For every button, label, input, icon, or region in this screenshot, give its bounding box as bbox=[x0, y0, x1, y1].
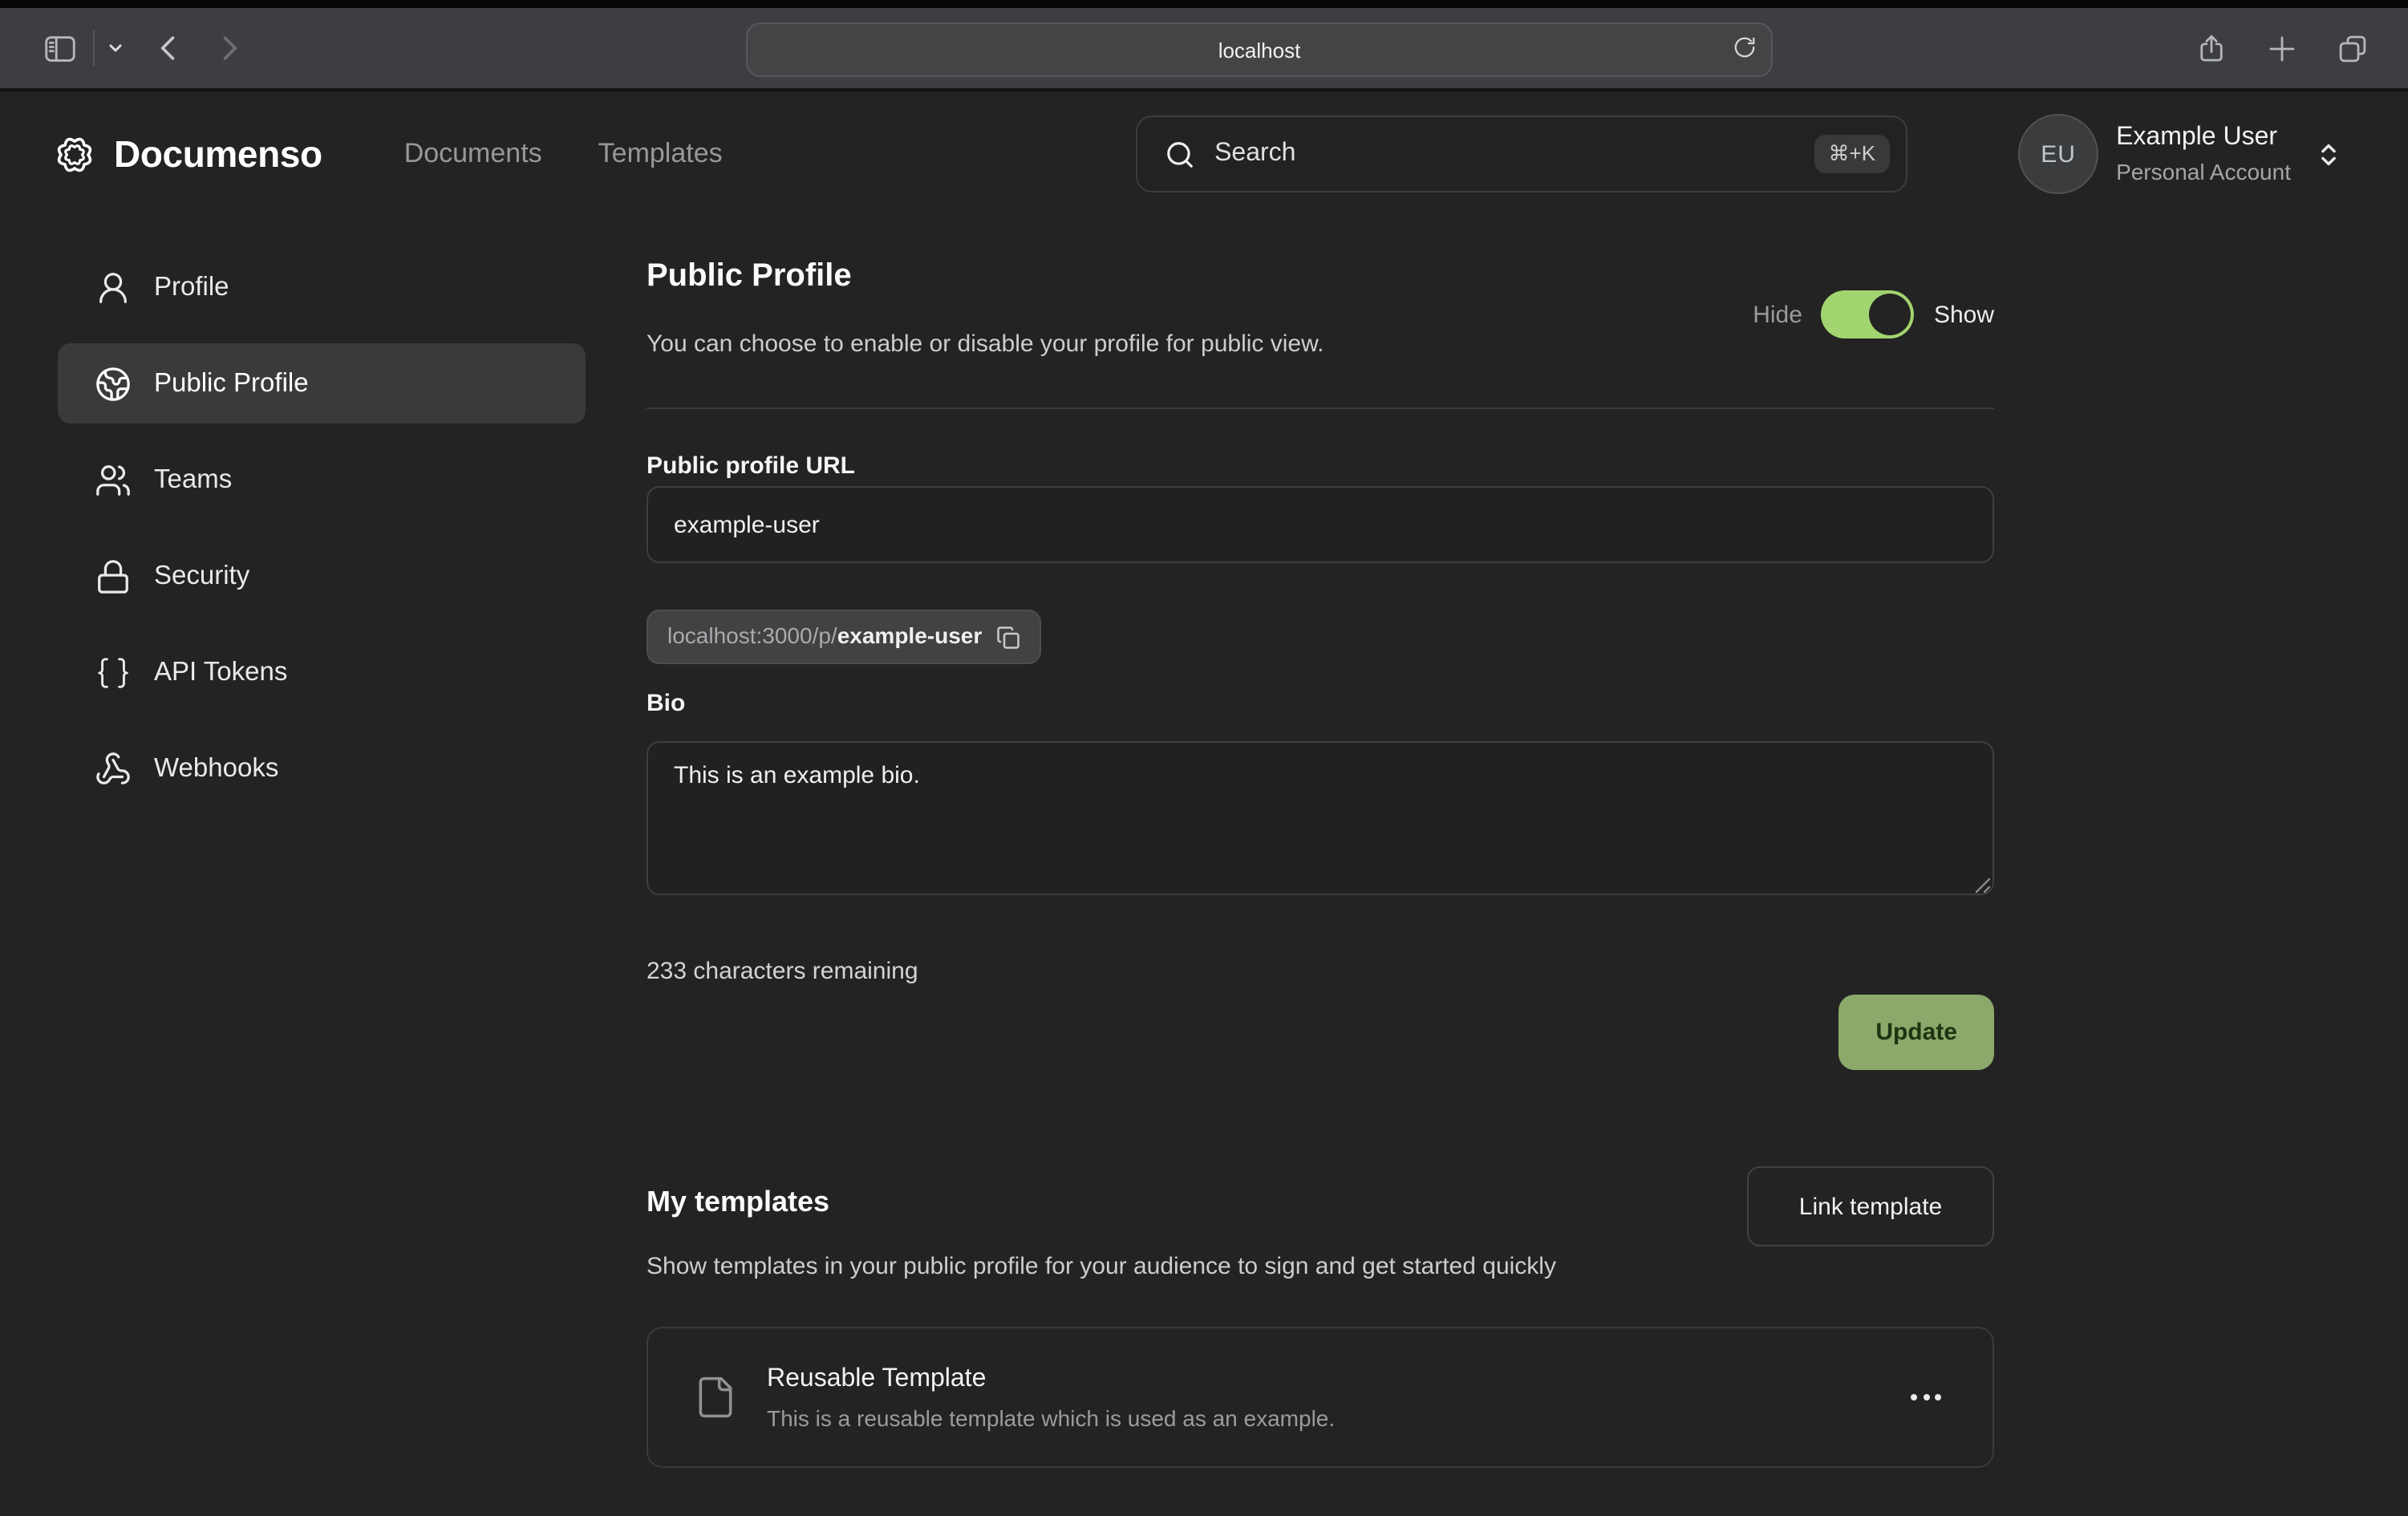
browser-toolbar: localhost bbox=[0, 0, 2408, 91]
search-icon bbox=[1165, 139, 1195, 169]
webhook-icon bbox=[95, 750, 132, 787]
address-bar-url: localhost bbox=[1218, 38, 1301, 62]
file-icon bbox=[693, 1375, 738, 1420]
page-title: Public Profile bbox=[647, 258, 852, 295]
toggle-hide-label: Hide bbox=[1753, 301, 1802, 328]
search-input[interactable]: Search ⌘+K bbox=[1136, 116, 1907, 193]
profile-link-slug: example-user bbox=[837, 622, 983, 648]
user-name: Example User bbox=[2116, 125, 2291, 151]
template-name: Reusable Template bbox=[767, 1366, 1335, 1392]
app-window: localhost bbox=[0, 0, 2408, 1516]
sidebar-item-profile[interactable]: Profile bbox=[58, 247, 586, 327]
back-button-icon[interactable] bbox=[151, 30, 186, 66]
top-nav: Documents Templates bbox=[404, 138, 723, 170]
public-profile-url-input[interactable] bbox=[647, 486, 1994, 563]
page-description: You can choose to enable or disable your… bbox=[647, 330, 1324, 358]
template-card[interactable]: Reusable Template This is a reusable tem… bbox=[647, 1327, 1994, 1468]
documenso-logo-icon bbox=[53, 132, 96, 176]
url-field-label: Public profile URL bbox=[647, 452, 855, 480]
my-templates-description: Show templates in your public profile fo… bbox=[647, 1245, 1721, 1290]
sidebar-item-public-profile[interactable]: Public Profile bbox=[58, 343, 586, 424]
nav-documents[interactable]: Documents bbox=[404, 138, 542, 170]
braces-icon bbox=[95, 654, 132, 691]
avatar: EU bbox=[2018, 114, 2098, 194]
characters-remaining: 233 characters remaining bbox=[647, 958, 918, 985]
link-template-button[interactable]: Link template bbox=[1747, 1166, 1994, 1246]
sidebar-item-security[interactable]: Security bbox=[58, 536, 586, 616]
toggle-show-label: Show bbox=[1934, 301, 1994, 328]
app-header: Documenso Documents Templates Search ⌘+K… bbox=[0, 91, 2408, 217]
reload-icon[interactable] bbox=[1733, 35, 1757, 59]
tab-overview-icon[interactable] bbox=[2336, 31, 2369, 65]
profile-link-chip[interactable]: localhost:3000/p/example-user bbox=[647, 610, 1041, 664]
brand[interactable]: Documenso bbox=[53, 132, 322, 176]
bio-field-label: Bio bbox=[647, 690, 685, 717]
settings-nav: Profile Public Profile bbox=[58, 247, 586, 825]
sidebar-chevron-down-icon[interactable] bbox=[106, 39, 125, 58]
lock-icon bbox=[95, 557, 132, 594]
globe-icon bbox=[95, 365, 132, 402]
sidebar-item-webhooks[interactable]: Webhooks bbox=[58, 728, 586, 809]
template-description: This is a reusable template which is use… bbox=[767, 1406, 1335, 1429]
main-content: Public Profile Hide Show You can choose … bbox=[647, 217, 1994, 1516]
sidebar-item-teams[interactable]: Teams bbox=[58, 440, 586, 520]
search-placeholder: Search bbox=[1214, 140, 1814, 168]
textarea-resize-handle[interactable] bbox=[1972, 874, 1991, 894]
brand-name: Documenso bbox=[114, 132, 322, 176]
chevrons-up-down-icon bbox=[2313, 139, 2344, 169]
profile-link-prefix: localhost:3000/p/ bbox=[667, 622, 837, 648]
share-icon[interactable] bbox=[2195, 31, 2228, 65]
search-shortcut-badge: ⌘+K bbox=[1814, 135, 1891, 173]
users-icon bbox=[95, 461, 132, 498]
my-templates-title: My templates bbox=[647, 1186, 829, 1219]
forward-button-icon[interactable] bbox=[212, 30, 247, 66]
toolbar-divider bbox=[93, 30, 95, 66]
switch-knob bbox=[1870, 294, 1911, 335]
bio-textarea[interactable]: This is an example bio. bbox=[647, 741, 1994, 895]
section-divider bbox=[647, 407, 1994, 409]
update-button[interactable]: Update bbox=[1838, 995, 1994, 1070]
user-account-type: Personal Account bbox=[2116, 160, 2291, 183]
user-menu[interactable]: EU Example User Personal Account bbox=[2018, 114, 2344, 194]
user-icon bbox=[95, 269, 132, 306]
profile-visibility-switch[interactable] bbox=[1822, 290, 1915, 338]
copy-icon[interactable] bbox=[996, 625, 1020, 649]
nav-templates[interactable]: Templates bbox=[598, 138, 723, 170]
sidebar-item-api-tokens[interactable]: API Tokens bbox=[58, 632, 586, 712]
address-bar[interactable]: localhost bbox=[746, 22, 1773, 77]
ellipsis-menu-icon[interactable] bbox=[1907, 1384, 1944, 1410]
sidebar-toggle-icon[interactable] bbox=[42, 30, 79, 67]
new-tab-icon[interactable] bbox=[2265, 31, 2299, 65]
visibility-toggle-group: Hide Show bbox=[1753, 290, 1994, 338]
